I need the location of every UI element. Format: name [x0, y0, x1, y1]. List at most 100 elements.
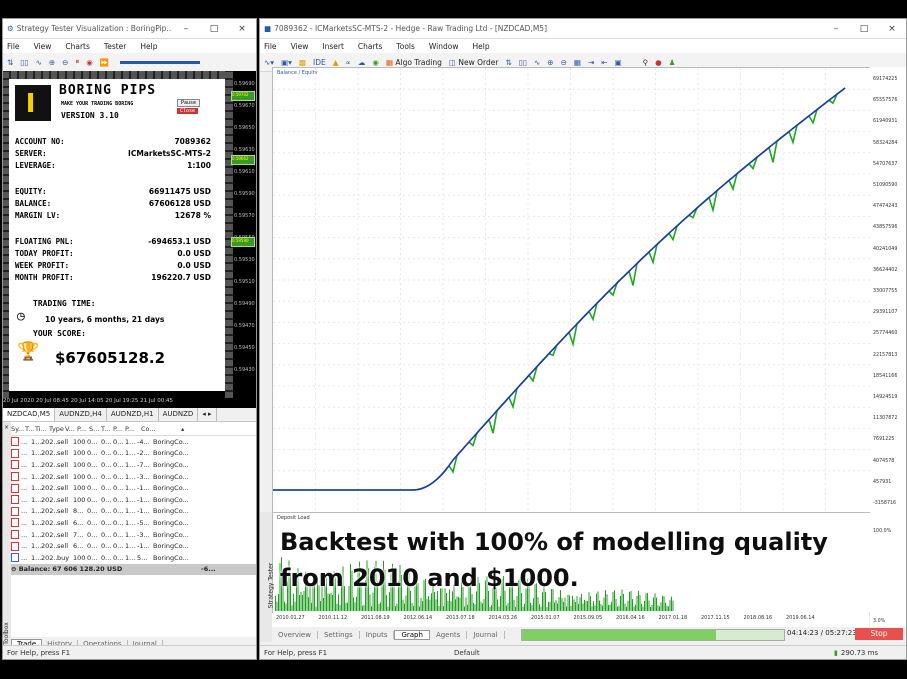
symbol-tab[interactable]: AUDNZD,H4: [55, 408, 107, 421]
signals-icon[interactable]: ∝: [346, 58, 351, 67]
close-x-icon[interactable]: ×: [4, 424, 9, 431]
trades-column-header[interactable]: ▴: [181, 425, 189, 433]
zoom-in-icon[interactable]: ⊕: [49, 58, 55, 67]
tab-journal[interactable]: Journal: [467, 630, 505, 639]
trade-row[interactable]: ...1...202...sell1000...0...0...1...-7..…: [11, 459, 256, 471]
trades-column-header[interactable]: P...: [113, 425, 125, 433]
trade-row[interactable]: ...1...202...sell7...0...0...0...1...-3.…: [11, 529, 256, 541]
new-order-button[interactable]: ◫ New Order: [449, 58, 499, 67]
balance-summary-row[interactable]: ⊖ Balance: 67 606 128.20 USD -6...: [11, 563, 256, 576]
minimize-button[interactable]: –: [822, 24, 850, 34]
trade-row[interactable]: ...1...202...sell6...0...0...0...1...-5.…: [11, 517, 256, 529]
symbol-tab[interactable]: AUDNZD,H1: [107, 408, 159, 421]
trade-row[interactable]: ...1...202...buy1000...0...0...1...5...B…: [11, 552, 256, 564]
trades-column-header[interactable]: P...: [125, 425, 141, 433]
trade-cell-price: 0...: [87, 518, 98, 527]
stop-icon[interactable]: ◉: [86, 58, 93, 67]
screenshot-icon[interactable]: ▣: [615, 58, 622, 67]
close-button[interactable]: ×: [878, 24, 906, 34]
stop-button[interactable]: Stop: [855, 628, 903, 640]
line-chart-icon[interactable]: ∿: [36, 58, 42, 67]
trades-column-header[interactable]: Ti...: [35, 425, 49, 433]
indicator-icon[interactable]: ∿▾: [264, 58, 274, 67]
bar-chart-icon[interactable]: ▯▯: [20, 58, 28, 67]
maximize-button[interactable]: □: [200, 24, 228, 34]
symbol-tab[interactable]: AUDNZD: [159, 408, 199, 421]
trades-column-header[interactable]: T...: [101, 425, 113, 433]
tab-agents[interactable]: Agents: [430, 630, 468, 639]
menu-help[interactable]: Help: [140, 42, 157, 51]
trade-row[interactable]: ...1...202...sell8...0...0...0...1...-1.…: [11, 506, 256, 518]
menu-insert[interactable]: Insert: [322, 42, 344, 51]
deposit-load-bar: [284, 601, 285, 611]
maximize-button[interactable]: □: [850, 24, 878, 34]
pause-icon[interactable]: ⏸: [75, 57, 79, 67]
minimize-button[interactable]: –: [172, 24, 200, 34]
deposit-load-bar: [347, 602, 348, 611]
menu-view[interactable]: View: [291, 42, 309, 51]
vps-icon[interactable]: ◉: [372, 58, 379, 67]
templates-icon[interactable]: ▩: [299, 58, 306, 67]
tab-settings[interactable]: Settings: [318, 630, 360, 639]
deposit-load-bar: [620, 595, 621, 611]
trade-row[interactable]: ...1...202...sell1000...0...0...1...-3..…: [11, 471, 256, 483]
menu-tools[interactable]: Tools: [396, 42, 414, 51]
trades-column-header[interactable]: S...: [89, 425, 101, 433]
balance-value: 67606128 USD: [148, 199, 211, 208]
bar-chart-icon[interactable]: ▯▯: [519, 58, 527, 67]
close-button[interactable]: ×: [228, 24, 256, 34]
trades-column-header[interactable]: P...: [77, 425, 89, 433]
menu-file[interactable]: File: [7, 42, 20, 51]
menu-charts[interactable]: Charts: [358, 42, 383, 51]
menu-file[interactable]: File: [264, 42, 277, 51]
value-tick: 47474243: [873, 204, 898, 210]
tab-scroll-arrows[interactable]: ◂ ▸: [198, 408, 217, 421]
trade-cell-ti: 202...: [41, 530, 57, 539]
trades-column-header[interactable]: Type: [49, 425, 65, 433]
symbol-tab[interactable]: NZDCAD,M5: [3, 408, 56, 421]
timeframe-icon[interactable]: ⇅: [7, 58, 13, 67]
trade-row[interactable]: ...1...202...sell1000...0...0...1...-1..…: [11, 494, 256, 506]
zoom-out-icon[interactable]: ⊖: [62, 58, 68, 67]
trades-column-header[interactable]: V...: [65, 425, 77, 433]
account-icon[interactable]: ♟: [669, 58, 676, 67]
menu-charts[interactable]: Charts: [65, 42, 90, 51]
lock-icon[interactable]: ▲: [333, 58, 339, 67]
speed-slider[interactable]: [120, 60, 201, 64]
new-chart-icon[interactable]: ▣▾: [281, 58, 292, 67]
chart-shift-icon[interactable]: ⇤: [601, 58, 607, 67]
notifications-icon[interactable]: ●: [655, 58, 662, 67]
trades-column-header[interactable]: Sy...: [11, 425, 25, 433]
tab-overview[interactable]: Overview: [272, 630, 318, 639]
trade-row[interactable]: ...1...202...sell1000...0...0...1...-1..…: [11, 482, 256, 494]
ea-close-button[interactable]: Close: [177, 108, 199, 114]
trade-row[interactable]: ...1...202...sell1000...0...0...1...-4..…: [11, 436, 256, 448]
fast-forward-icon[interactable]: ⏩: [100, 58, 109, 67]
menu-view[interactable]: View: [34, 42, 52, 51]
grid-icon[interactable]: ▦: [574, 58, 581, 67]
menu-help[interactable]: Help: [472, 42, 489, 51]
autoscroll-icon[interactable]: ⇥: [588, 58, 594, 67]
menu-window[interactable]: Window: [429, 42, 459, 51]
timeframe-icon[interactable]: ⇅: [505, 58, 511, 67]
trade-row[interactable]: ...1...202...sell1000...0...0...1...-2..…: [11, 448, 256, 460]
trade-row[interactable]: ...1...202...sell6...0...0...0...1...-1.…: [11, 540, 256, 552]
zoom-in-icon[interactable]: ⊕: [547, 58, 553, 67]
trades-column-header[interactable]: T...: [25, 425, 35, 433]
ea-pause-button[interactable]: Pause: [177, 99, 201, 107]
line-chart-icon[interactable]: ∿: [534, 58, 540, 67]
tab-inputs[interactable]: Inputs: [360, 630, 395, 639]
value-tick: 51090590: [873, 183, 898, 188]
leverage-value: 1:100: [187, 161, 211, 170]
cloud-icon[interactable]: ☁: [358, 58, 366, 67]
search-icon[interactable]: ⚲: [643, 58, 649, 67]
toolbox-sidebar[interactable]: × Toolbox: [3, 422, 11, 657]
menu-tester[interactable]: Tester: [104, 42, 126, 51]
algo-trading-button[interactable]: ▦ Algo Trading: [386, 58, 442, 67]
tab-graph[interactable]: Graph: [394, 629, 430, 640]
zoom-out-icon[interactable]: ⊖: [561, 58, 567, 67]
ide-button[interactable]: IDE: [313, 58, 326, 67]
trades-column-header[interactable]: Co...: [141, 425, 181, 433]
strategy-tester-sidebar[interactable]: Strategy Tester: [260, 512, 274, 642]
deposit-load-bar: [645, 593, 647, 611]
